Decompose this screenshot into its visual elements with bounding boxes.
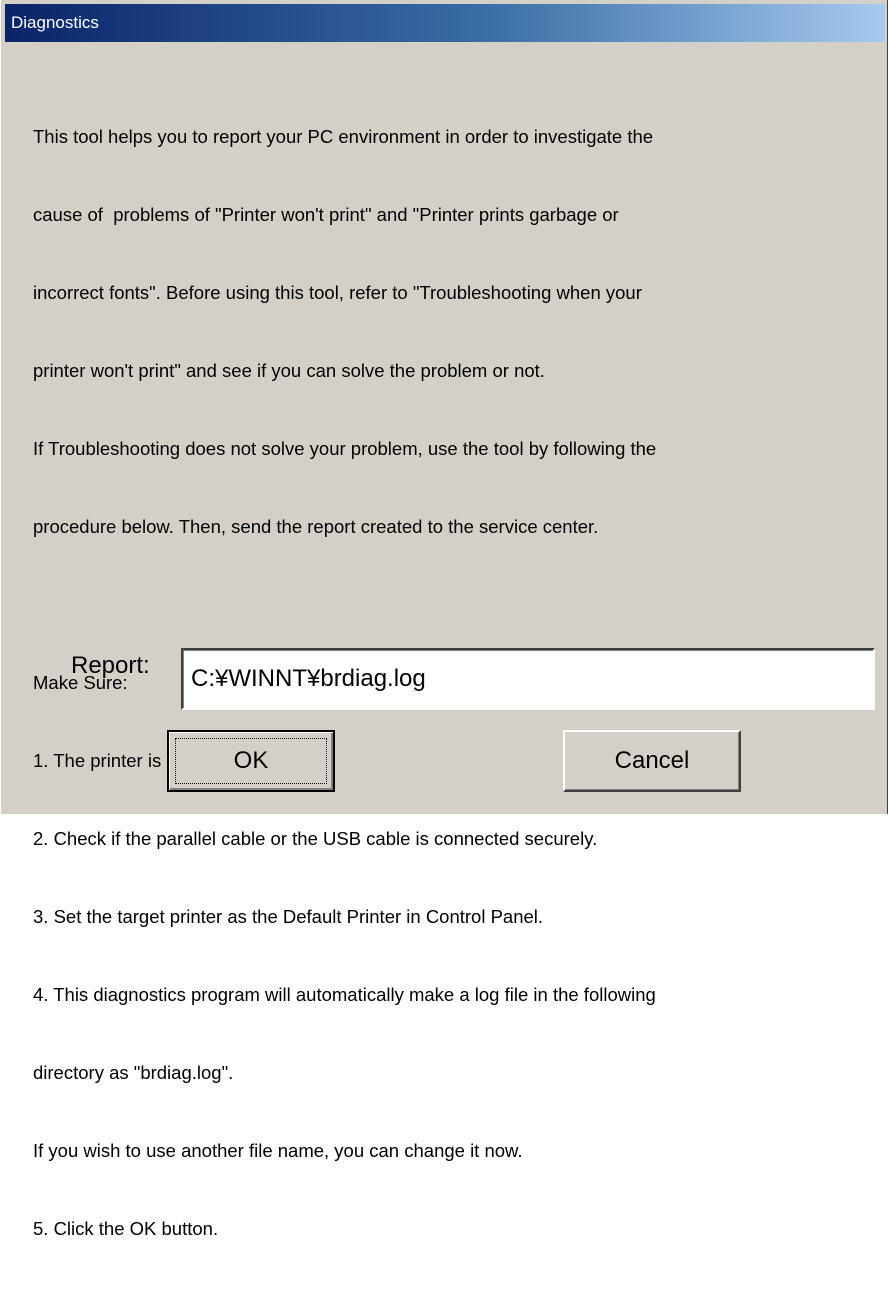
instruction-line: 3. Set the target printer as the Default… <box>33 906 544 927</box>
instruction-line: 1. The printer is powered on. <box>33 750 269 771</box>
diagnostics-dialog: Diagnostics This tool helps you to repor… <box>0 0 888 1239</box>
cancel-button-label: Cancel <box>614 747 690 774</box>
instruction-line: 4. This diagnostics program will automat… <box>33 984 656 1005</box>
instruction-line: 2. Check if the parallel cable or the US… <box>33 828 598 849</box>
instruction-line: procedure below. Then, send the report c… <box>33 516 599 537</box>
instruction-line: cause of problems of "Printer won't prin… <box>33 204 619 225</box>
instruction-line: 5. Click the OK button. <box>33 1218 219 1239</box>
cancel-button[interactable]: Cancel <box>563 730 741 792</box>
instruction-line: If you wish to use another file name, yo… <box>33 1140 523 1161</box>
report-label: Report: <box>71 652 150 679</box>
instruction-line: directory as "brdiag.log". <box>33 1062 234 1083</box>
title-bar[interactable]: Diagnostics <box>5 4 885 42</box>
instruction-line: ​ <box>33 592 873 618</box>
ok-button[interactable]: OK <box>167 730 335 792</box>
instruction-line: printer won't print" and see if you can … <box>33 360 545 381</box>
instruction-line: If Troubleshooting does not solve your p… <box>33 438 657 459</box>
focus-indicator <box>175 738 327 784</box>
instruction-line: incorrect fonts". Before using this tool… <box>33 282 642 303</box>
window-title: Diagnostics <box>11 13 99 32</box>
instruction-line: This tool helps you to report your PC en… <box>33 126 654 147</box>
report-path-input[interactable] <box>181 648 875 710</box>
